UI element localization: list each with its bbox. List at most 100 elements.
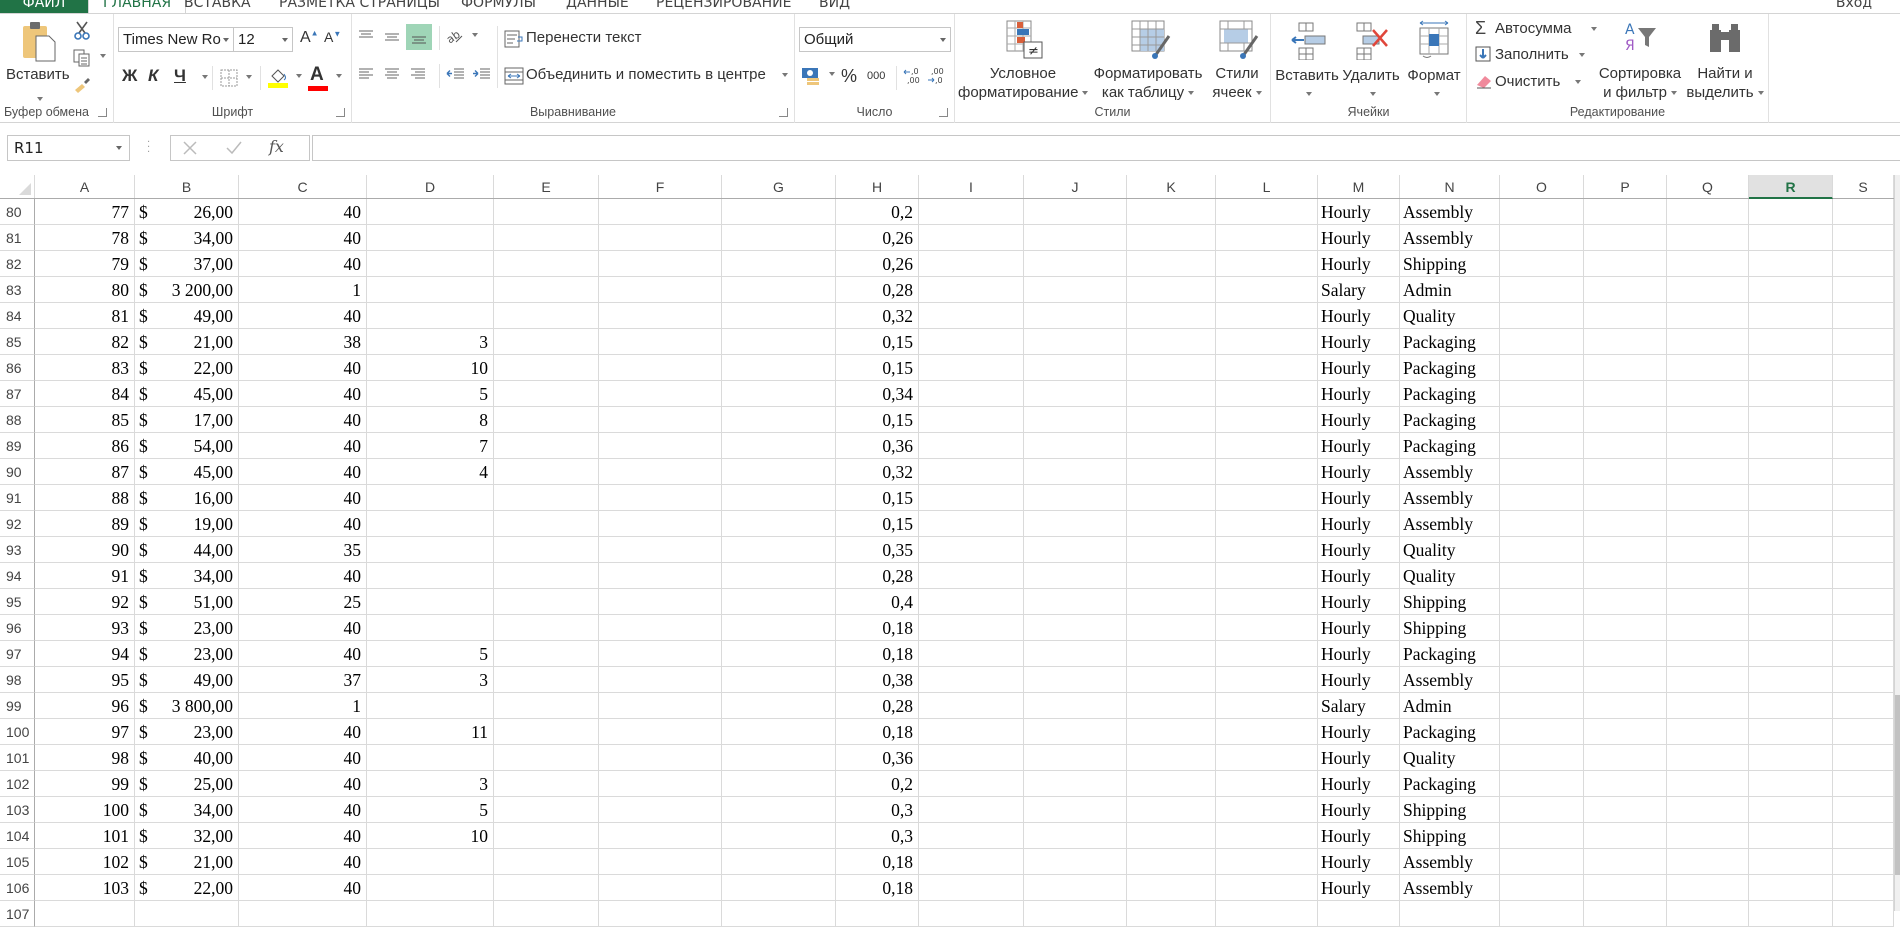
column-header-d[interactable]: D — [367, 175, 494, 198]
cell-j[interactable] — [1024, 303, 1127, 329]
cell-i[interactable] — [919, 225, 1024, 251]
cell-m[interactable]: Hourly — [1318, 745, 1400, 771]
cell-h[interactable]: 0,18 — [836, 641, 919, 667]
cell-i[interactable] — [919, 433, 1024, 459]
cell-g[interactable] — [722, 433, 836, 459]
cancel-entry-button[interactable] — [181, 139, 199, 157]
cell-h[interactable]: 0,28 — [836, 693, 919, 719]
cell-d[interactable]: 10 — [367, 823, 494, 849]
cell-j[interactable] — [1024, 875, 1127, 901]
confirm-entry-button[interactable] — [225, 139, 243, 157]
cell-j[interactable] — [1024, 355, 1127, 381]
cell-r[interactable] — [1749, 615, 1833, 641]
column-header-n[interactable]: N — [1400, 175, 1500, 198]
underline-dropdown-icon[interactable] — [202, 75, 208, 79]
cell-r[interactable] — [1749, 277, 1833, 303]
fill-button[interactable]: Заполнить — [1475, 44, 1585, 66]
cell-c[interactable]: 1 — [239, 277, 367, 303]
alignment-launcher-icon[interactable] — [779, 108, 788, 117]
cell-k[interactable] — [1127, 797, 1216, 823]
column-header-k[interactable]: K — [1127, 175, 1216, 198]
cell-a[interactable]: 77 — [35, 199, 135, 225]
cell-j[interactable] — [1024, 615, 1127, 641]
cell-i[interactable] — [919, 199, 1024, 225]
cell-f[interactable] — [599, 381, 722, 407]
cell-o[interactable] — [1500, 797, 1584, 823]
cell-i[interactable] — [919, 745, 1024, 771]
cell-d[interactable] — [367, 693, 494, 719]
cell-s[interactable] — [1833, 381, 1894, 407]
cell-s[interactable] — [1833, 849, 1894, 875]
sign-in-link[interactable]: Вход — [1836, 0, 1872, 13]
cell-n[interactable]: Packaging — [1400, 329, 1500, 355]
cell-r[interactable] — [1749, 849, 1833, 875]
cell-j[interactable] — [1024, 771, 1127, 797]
cell-j[interactable] — [1024, 589, 1127, 615]
cell-e[interactable] — [494, 745, 599, 771]
cell-n[interactable]: Packaging — [1400, 433, 1500, 459]
cell-g[interactable] — [722, 693, 836, 719]
cell-s[interactable] — [1833, 563, 1894, 589]
row-header[interactable]: 98 — [0, 667, 35, 693]
cell-j[interactable] — [1024, 277, 1127, 303]
cell-d[interactable]: 5 — [367, 381, 494, 407]
cell-b[interactable]: $23,00 — [135, 641, 239, 667]
cell-l[interactable] — [1216, 225, 1318, 251]
cell-s[interactable] — [1833, 511, 1894, 537]
cell-d[interactable] — [367, 511, 494, 537]
cell-p[interactable] — [1584, 745, 1667, 771]
cell-f[interactable] — [599, 459, 722, 485]
cell-r[interactable] — [1749, 641, 1833, 667]
delete-cells-button[interactable]: Удалить — [1339, 18, 1403, 104]
cell-q[interactable] — [1667, 537, 1749, 563]
cell-a[interactable]: 95 — [35, 667, 135, 693]
cell-k[interactable] — [1127, 901, 1216, 927]
row-header[interactable]: 83 — [0, 277, 35, 303]
cell-f[interactable] — [599, 511, 722, 537]
column-header-h[interactable]: H — [836, 175, 919, 198]
cell-a[interactable]: 92 — [35, 589, 135, 615]
cell-b[interactable]: $49,00 — [135, 303, 239, 329]
format-cells-button[interactable]: Формат — [1403, 18, 1465, 104]
cell-g[interactable] — [722, 459, 836, 485]
cell-e[interactable] — [494, 641, 599, 667]
cell-g[interactable] — [722, 615, 836, 641]
cell-e[interactable] — [494, 485, 599, 511]
cell-r[interactable] — [1749, 511, 1833, 537]
column-header-f[interactable]: F — [599, 175, 722, 198]
cell-d[interactable]: 3 — [367, 667, 494, 693]
align-center-button[interactable] — [383, 66, 401, 82]
cell-h[interactable]: 0,18 — [836, 719, 919, 745]
cell-h[interactable]: 0,34 — [836, 381, 919, 407]
cell-q[interactable] — [1667, 615, 1749, 641]
cell-f[interactable] — [599, 875, 722, 901]
cell-g[interactable] — [722, 381, 836, 407]
cell-r[interactable] — [1749, 563, 1833, 589]
row-header[interactable]: 106 — [0, 875, 35, 901]
cell-l[interactable] — [1216, 849, 1318, 875]
cell-f[interactable] — [599, 849, 722, 875]
cell-e[interactable] — [494, 199, 599, 225]
cell-e[interactable] — [494, 589, 599, 615]
cell-h[interactable]: 0,2 — [836, 771, 919, 797]
cell-o[interactable] — [1500, 433, 1584, 459]
cell-m[interactable]: Hourly — [1318, 511, 1400, 537]
cell-o[interactable] — [1500, 277, 1584, 303]
row-header[interactable]: 80 — [0, 199, 35, 225]
cell-d[interactable] — [367, 589, 494, 615]
cell-a[interactable]: 87 — [35, 459, 135, 485]
cell-k[interactable] — [1127, 563, 1216, 589]
cell-g[interactable] — [722, 745, 836, 771]
cell-b[interactable] — [135, 901, 239, 927]
cell-a[interactable]: 103 — [35, 875, 135, 901]
cell-g[interactable] — [722, 849, 836, 875]
cell-n[interactable]: Packaging — [1400, 381, 1500, 407]
cell-j[interactable] — [1024, 485, 1127, 511]
cell-r[interactable] — [1749, 225, 1833, 251]
cell-o[interactable] — [1500, 589, 1584, 615]
cell-p[interactable] — [1584, 875, 1667, 901]
cell-d[interactable] — [367, 615, 494, 641]
row-header[interactable]: 82 — [0, 251, 35, 277]
cell-h[interactable]: 0,36 — [836, 433, 919, 459]
clipboard-launcher-icon[interactable] — [98, 108, 107, 117]
